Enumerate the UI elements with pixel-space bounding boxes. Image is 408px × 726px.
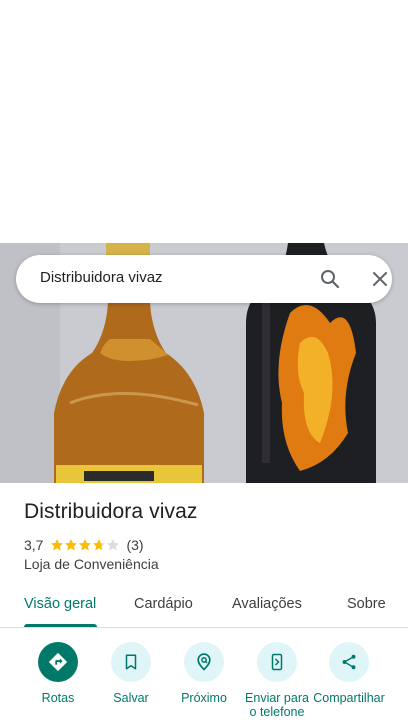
search-bar[interactable]: Distribuidora vivaz: [16, 255, 392, 303]
save-button[interactable]: Salvar: [91, 642, 171, 705]
place-category[interactable]: Loja de Conveniência: [24, 556, 159, 572]
rating-value: 3,7: [24, 537, 44, 553]
action-buttons: Rotas Salvar Próximo Enviar para o telef…: [0, 628, 408, 726]
search-input[interactable]: Distribuidora vivaz: [40, 269, 163, 286]
share-label: Compartilhar: [313, 691, 385, 705]
rating-row[interactable]: 3,7 (3): [24, 536, 144, 554]
tab-menu[interactable]: Cardápio: [134, 596, 193, 612]
nearby-icon: [184, 642, 224, 682]
star-icon: [79, 539, 92, 551]
directions-label: Rotas: [41, 691, 75, 705]
star-icon: [93, 539, 106, 551]
map-area-blank: [0, 0, 408, 243]
rating-stars: [50, 538, 120, 552]
share-icon: [329, 642, 369, 682]
send-to-phone-icon: [257, 642, 297, 682]
send-to-phone-button[interactable]: Enviar para o telefone: [237, 642, 317, 719]
directions-button[interactable]: Rotas: [18, 642, 98, 705]
star-icon: [107, 539, 120, 551]
place-name: Distribuidora vivaz: [24, 500, 198, 523]
nearby-button[interactable]: Próximo: [164, 642, 244, 705]
tab-bar: Visão geral Cardápio Avaliações Sobre: [0, 584, 408, 628]
search-icon[interactable]: [318, 267, 342, 291]
tab-about[interactable]: Sobre: [347, 596, 386, 612]
save-label: Salvar: [113, 691, 149, 705]
tab-overview[interactable]: Visão geral: [24, 596, 96, 612]
close-icon[interactable]: [368, 267, 392, 291]
star-icon: [51, 539, 64, 551]
send-to-phone-label: Enviar para o telefone: [245, 691, 309, 719]
tab-reviews[interactable]: Avaliações: [232, 596, 302, 612]
nearby-label: Próximo: [181, 691, 227, 705]
review-count[interactable]: (3): [126, 537, 143, 553]
bookmark-icon: [111, 642, 151, 682]
share-button[interactable]: Compartilhar: [309, 642, 389, 705]
star-icon: [65, 539, 78, 551]
directions-icon: [38, 642, 78, 682]
active-tab-indicator: [24, 624, 97, 627]
